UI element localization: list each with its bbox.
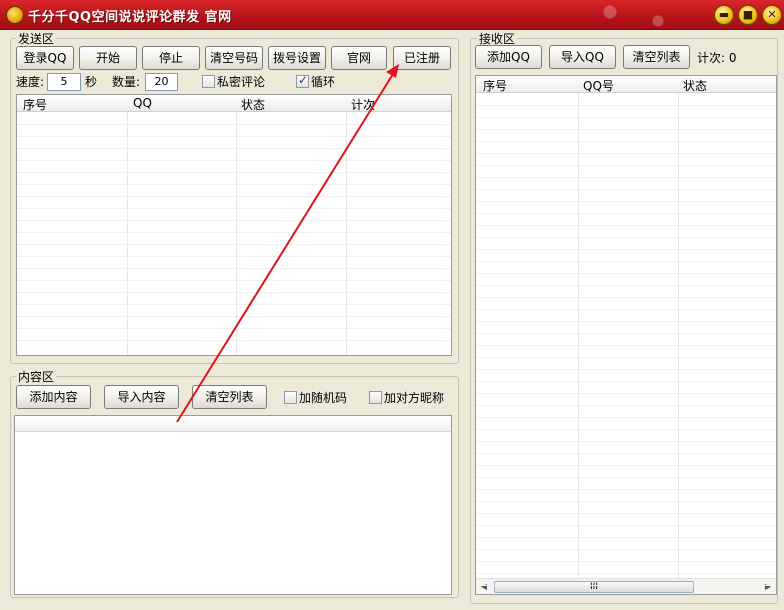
app-window: 千分千QQ空间说说评论群发 官网 ▬ ■ ✕ 发送区 登录QQ 开始 停止 清空… <box>0 0 784 610</box>
annotation-arrow <box>176 64 399 423</box>
annotation-arrow-line <box>176 73 394 423</box>
